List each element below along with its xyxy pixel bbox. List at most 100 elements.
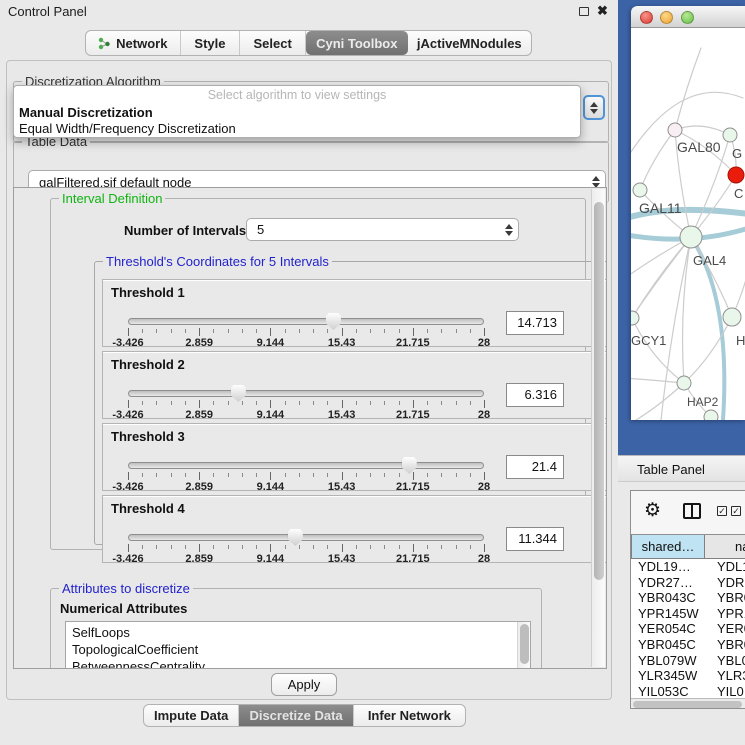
- screen: Control Panel ✖ Network Style Select: [0, 0, 745, 745]
- shared-name-cell[interactable]: YIL053C: [631, 684, 705, 698]
- column-header-name[interactable]: na: [705, 535, 745, 559]
- threshold-value-field[interactable]: 21.4: [506, 455, 564, 479]
- split-view-icon[interactable]: [683, 503, 701, 519]
- network-node[interactable]: [633, 183, 647, 197]
- float-window-icon[interactable]: [579, 7, 589, 16]
- shared-name-cell[interactable]: YPR145W: [631, 606, 705, 622]
- shared-name-cell[interactable]: YLR345W: [631, 668, 705, 684]
- shared-name-cell[interactable]: YBR043C: [631, 590, 705, 606]
- table-row[interactable]: YBR045CYBR0: [631, 637, 745, 653]
- close-icon[interactable]: ✖: [597, 3, 608, 19]
- tab-discretize-data[interactable]: Discretize Data: [239, 705, 353, 726]
- slider-tick: [142, 473, 143, 477]
- slider-tick-label: 15.43: [328, 481, 356, 493]
- network-node[interactable]: [631, 311, 639, 325]
- shared-name-cell[interactable]: YBL079W: [631, 653, 705, 669]
- bottom-tabbar: Impute Data Discretize Data Infer Networ…: [143, 704, 466, 727]
- tab-infer-network[interactable]: Infer Network: [354, 705, 465, 726]
- checkbox-icon[interactable]: ✓: [717, 506, 727, 516]
- attributes-list-scrollbar[interactable]: [517, 622, 530, 669]
- shared-name-cell[interactable]: YER054C: [631, 621, 705, 637]
- algorithm-option-equal-width[interactable]: Equal Width/Frequency Discretization: [19, 121, 236, 136]
- tab-select[interactable]: Select: [240, 31, 306, 55]
- name-cell[interactable]: YBR0: [705, 637, 745, 653]
- attribute-list-item[interactable]: BetweennessCentrality: [72, 658, 530, 669]
- slider-tick: [470, 473, 471, 477]
- slider-thumb[interactable]: [402, 457, 417, 474]
- threshold-value-field[interactable]: 6.316: [506, 383, 564, 407]
- network-node[interactable]: [677, 376, 691, 390]
- table-row[interactable]: YIL053CYIL0: [631, 684, 745, 698]
- gear-icon[interactable]: ⚙: [644, 499, 661, 522]
- algorithm-option-manual[interactable]: Manual Discretization: [19, 105, 153, 120]
- tab-network[interactable]: Network: [86, 31, 181, 55]
- control-panel-titlebar: Control Panel ✖: [0, 0, 620, 24]
- tab-cyni-toolbox[interactable]: Cyni Toolbox: [306, 31, 408, 55]
- slider-thumb[interactable]: [231, 385, 246, 402]
- name-cell[interactable]: YPR1: [705, 606, 745, 622]
- shared-name-cell[interactable]: YDL19…: [631, 559, 705, 575]
- network-node[interactable]: [680, 226, 702, 248]
- shared-name-cell[interactable]: YDR27…: [631, 575, 705, 591]
- name-cell[interactable]: YER0: [705, 621, 745, 637]
- tab-impute-data[interactable]: Impute Data: [144, 705, 239, 726]
- table-row[interactable]: YPR145WYPR1: [631, 606, 745, 622]
- tab-jactivemnodules[interactable]: jActiveMNodules: [408, 31, 531, 55]
- shared-name-cell[interactable]: YBR045C: [631, 637, 705, 653]
- table-row[interactable]: YBL079WYBL0: [631, 653, 745, 669]
- checkbox-icon[interactable]: ✓: [731, 506, 741, 516]
- scrollbar-thumb[interactable]: [520, 624, 529, 664]
- slider-track[interactable]: [128, 318, 484, 325]
- slider-tick: [456, 401, 457, 405]
- slider-track[interactable]: [128, 390, 484, 397]
- minimize-traffic-light[interactable]: [660, 11, 673, 24]
- network-canvas[interactable]: GAL80GCGAL11GAL4GCY1HHAP2: [631, 28, 745, 420]
- network-node[interactable]: [723, 128, 737, 142]
- zoom-traffic-light[interactable]: [681, 11, 694, 24]
- slider-tick: [185, 401, 186, 405]
- slider-tick-label: -3.426: [112, 409, 143, 421]
- tab-style[interactable]: Style: [181, 31, 241, 55]
- slider-track[interactable]: [128, 462, 484, 469]
- table-row[interactable]: YDL19…YDL1: [631, 559, 745, 575]
- arrow-up-icon: [590, 102, 598, 107]
- name-cell[interactable]: YDL1: [705, 559, 745, 575]
- name-cell[interactable]: YLR3: [705, 668, 745, 684]
- threshold-value-field[interactable]: 14.713: [506, 311, 564, 335]
- table-row[interactable]: YBR043CYBR0: [631, 590, 745, 606]
- scrollbar-thumb[interactable]: [633, 701, 742, 708]
- attribute-list-item[interactable]: SelfLoops: [72, 624, 530, 641]
- threshold-value-field[interactable]: 11.344: [506, 527, 564, 551]
- column-header-shared-name[interactable]: shared…: [631, 535, 705, 559]
- slider-tick: [370, 473, 371, 477]
- algorithm-combo-arrow-button[interactable]: [583, 95, 605, 120]
- table-horizontal-scrollbar[interactable]: [631, 698, 745, 708]
- threshold-row: Threshold 2-3.4262.8599.14415.4321.71528…: [102, 351, 607, 419]
- table-row[interactable]: YDR27…YDR2: [631, 575, 745, 591]
- network-node[interactable]: [704, 410, 718, 420]
- name-cell[interactable]: YBL0: [705, 653, 745, 669]
- slider-tick-label: 2.859: [185, 337, 213, 349]
- slider-thumb[interactable]: [288, 529, 303, 546]
- slider-thumb[interactable]: [326, 313, 341, 330]
- name-cell[interactable]: YBR0: [705, 590, 745, 606]
- tab-label: Cyni Toolbox: [316, 36, 397, 51]
- network-node[interactable]: [668, 123, 682, 137]
- name-cell[interactable]: YIL0: [705, 684, 745, 698]
- apply-button[interactable]: Apply: [271, 673, 337, 696]
- network-node[interactable]: [723, 308, 741, 326]
- close-traffic-light[interactable]: [640, 11, 653, 24]
- slider-track[interactable]: [128, 534, 484, 541]
- table-row[interactable]: YLR345WYLR3: [631, 668, 745, 684]
- scrollbar-thumb[interactable]: [594, 202, 604, 580]
- number-of-intervals-combo[interactable]: 5: [246, 218, 519, 241]
- slider-tick: [128, 472, 129, 480]
- name-cell[interactable]: YDR2: [705, 575, 745, 591]
- panel-vertical-scrollbar[interactable]: [591, 189, 605, 667]
- attribute-list-item[interactable]: TopologicalCoefficient: [72, 641, 530, 658]
- network-node[interactable]: [728, 167, 744, 183]
- slider-tick: [142, 545, 143, 549]
- table-row[interactable]: YER054CYER0: [631, 621, 745, 637]
- slider-tick: [299, 473, 300, 477]
- slider-tick: [356, 329, 357, 333]
